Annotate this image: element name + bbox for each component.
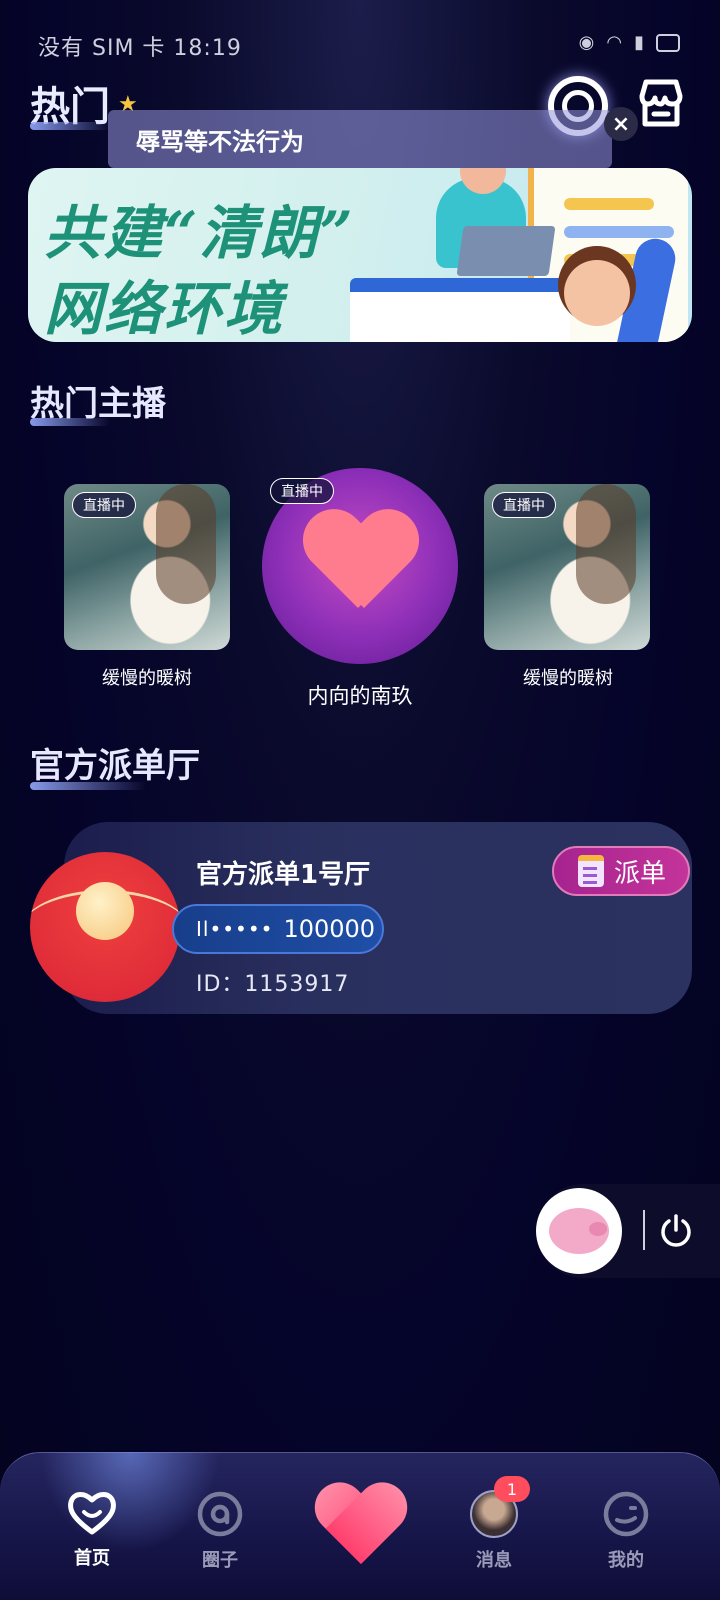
status-text: 没有 SIM 卡 18:19 bbox=[38, 36, 242, 61]
tab-label: 消息 bbox=[476, 1550, 512, 1571]
hall-avatar bbox=[30, 852, 180, 1002]
dispatch-label: 派单 bbox=[614, 858, 667, 889]
power-icon bbox=[661, 1214, 691, 1247]
center-heart-button[interactable] bbox=[314, 1484, 408, 1570]
notice-toast: 辱骂等不法行为 bbox=[108, 110, 612, 168]
coin-icon bbox=[76, 882, 134, 940]
signal-icon: Il••••• bbox=[196, 917, 274, 941]
hall-value: 100000 bbox=[283, 915, 376, 943]
banner-screen bbox=[350, 278, 570, 342]
tab-label: 首页 bbox=[74, 1548, 110, 1569]
power-button[interactable] bbox=[658, 1212, 694, 1248]
close-icon[interactable]: × bbox=[604, 107, 638, 141]
anchor-name: 内向的南玖 bbox=[307, 684, 413, 708]
promo-banner[interactable]: 共建“清朗” 网络环境 bbox=[28, 168, 692, 342]
status-bar: 没有 SIM 卡 18:19 ◉ ◠ ▮ bbox=[0, 0, 720, 80]
banner-line-2: 网络环境 bbox=[44, 275, 285, 342]
eye-icon: ◉ bbox=[578, 32, 595, 53]
hall-id: ID：1153917 bbox=[196, 972, 350, 997]
clipboard-icon bbox=[578, 855, 604, 887]
laptop-icon bbox=[456, 226, 556, 276]
alarm-icon: ▮ bbox=[634, 32, 644, 53]
live-badge: 直播中 bbox=[270, 478, 334, 504]
toast-text: 辱骂等不法行为 bbox=[136, 127, 304, 156]
status-icons: ◉ ◠ ▮ bbox=[579, 32, 680, 53]
tab-label: 我的 bbox=[608, 1550, 644, 1571]
title-underline bbox=[30, 122, 110, 130]
banner-girl bbox=[564, 260, 630, 326]
circle-icon bbox=[197, 1491, 243, 1537]
tab-messages[interactable]: 消息 bbox=[444, 1490, 544, 1572]
section-title-official-hall: 官方派单厅 bbox=[30, 746, 200, 786]
live-badge: 直播中 bbox=[492, 492, 556, 518]
heart-icon bbox=[302, 512, 418, 616]
shop-button[interactable] bbox=[634, 76, 688, 130]
home-heart-icon bbox=[68, 1492, 116, 1535]
anchor-name: 缓慢的暖树 bbox=[523, 668, 613, 689]
banner-line-1: 共建“清朗” bbox=[44, 199, 355, 267]
tab-profile[interactable]: 我的 bbox=[576, 1490, 676, 1572]
anchor-name: 缓慢的暖树 bbox=[102, 668, 192, 689]
hall-name: 官方派单1号厅 bbox=[196, 860, 371, 890]
unread-badge: 1 bbox=[494, 1476, 530, 1502]
shop-icon bbox=[639, 79, 683, 127]
hall-stat-pill: Il••••• 100000 bbox=[172, 904, 384, 954]
section-underline bbox=[30, 418, 110, 426]
tab-home[interactable]: 首页 bbox=[42, 1490, 142, 1570]
pig-icon bbox=[549, 1208, 609, 1254]
section-underline bbox=[30, 782, 146, 790]
tab-label: 圈子 bbox=[202, 1550, 238, 1571]
tab-circle[interactable]: 圈子 bbox=[170, 1490, 270, 1572]
battery-icon bbox=[656, 33, 680, 52]
live-badge: 直播中 bbox=[72, 492, 136, 518]
dispatch-button[interactable]: 派单 bbox=[552, 846, 690, 896]
divider bbox=[643, 1210, 645, 1250]
floating-avatar[interactable] bbox=[536, 1188, 622, 1274]
wifi-icon: ◠ bbox=[606, 32, 623, 53]
smiley-icon bbox=[603, 1491, 649, 1537]
